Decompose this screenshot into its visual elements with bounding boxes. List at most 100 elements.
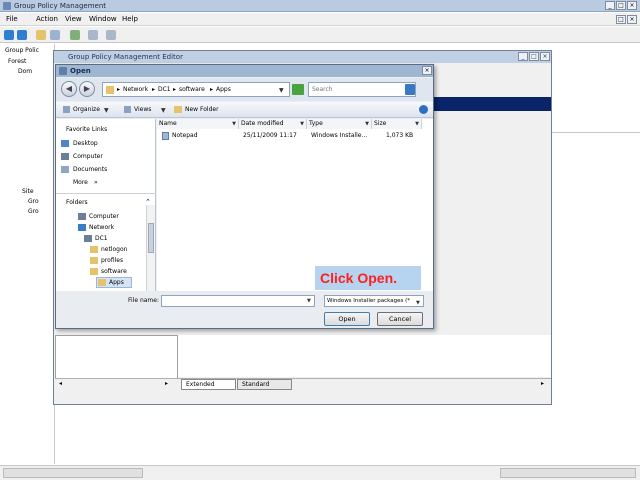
documents-icon [61,166,69,173]
scroll-right-end-icon[interactable]: ▸ [541,380,544,387]
col-size-label: Size [374,120,387,127]
editor-titlebar: Group Policy Management Editor _ □ × [54,51,551,63]
folder-netlogon[interactable]: netlogon [101,246,127,253]
editor-hscroll[interactable]: ◂ ▸ Extended Standard ▸ [55,378,551,390]
dialog-close-icon[interactable]: × [422,66,432,75]
address-sep-2-icon: ▸ [173,86,177,93]
col-size[interactable]: Size ▼ [372,119,422,129]
col-date-sort-icon[interactable]: ▼ [300,119,304,129]
address-folder-icon [106,86,114,94]
menu-view[interactable]: View [65,15,82,23]
tab-standard[interactable]: Standard [237,379,292,390]
search-input[interactable] [309,83,399,96]
scroll-right-icon[interactable]: ▸ [165,380,168,387]
minimize-icon[interactable]: _ [605,1,615,10]
views-dropdown-icon[interactable]: ▼ [161,107,166,114]
help-icon[interactable] [106,30,116,40]
gpm-title: Group Policy Management [14,2,107,10]
breadcrumb-software[interactable]: software [179,86,205,93]
nav-documents[interactable]: Documents [73,166,107,173]
col-date-label: Date modified [241,120,284,127]
refresh-icon[interactable] [70,30,80,40]
views-button[interactable]: Views [134,106,151,113]
organize-dropdown-icon[interactable]: ▼ [104,107,109,114]
breadcrumb-dc1[interactable]: DC1 [158,86,171,93]
organize-button[interactable]: Organize [73,106,100,113]
new-folder-button[interactable]: New Folder [185,106,219,113]
file-name[interactable]: Notepad [172,132,198,139]
col-type-sort-icon[interactable]: ▼ [365,119,369,129]
nav-desktop[interactable]: Desktop [73,140,98,147]
folder-dc1[interactable]: DC1 [95,235,108,242]
editor-maximize-icon[interactable]: □ [529,52,539,61]
forward-icon[interactable] [17,30,27,40]
maximize-icon[interactable]: □ [616,1,626,10]
cancel-button[interactable]: Cancel [377,312,423,326]
nav-more[interactable]: More [73,179,88,186]
menu-window[interactable]: Window [89,15,117,23]
folders-header[interactable]: Folders [66,199,88,206]
forward-arrow-icon[interactable]: ▶ [79,81,95,97]
close-icon[interactable]: × [627,1,637,10]
mdi-restore-icon[interactable]: □ [616,15,626,24]
desktop-icon [61,140,69,147]
dialog-nav-row: ◀ ▶ ▸ Network ▸ DC1 ▸ software ▸ Apps ▼ [56,78,433,101]
tree-folder-software-icon [90,268,98,275]
favorite-links-header: Favorite Links [66,126,108,133]
mdi-close-icon[interactable]: × [627,15,637,24]
tab-extended[interactable]: Extended [181,379,236,390]
menu-help[interactable]: Help [122,15,138,23]
folder-network[interactable]: Network [89,224,114,231]
file-name-input[interactable] [162,296,302,306]
tree-gpo-1[interactable]: Gro [28,198,39,205]
nav-scroll-thumb[interactable] [148,223,154,253]
back-arrow-icon[interactable]: ◀ [61,81,77,97]
open-button[interactable]: Open [324,312,370,326]
tree-root[interactable]: Group Polic [5,47,39,54]
nav-scrollbar[interactable] [146,205,155,291]
address-bar[interactable]: ▸ Network ▸ DC1 ▸ software ▸ Apps ▼ [102,82,290,97]
menu-action[interactable]: Action [36,15,58,23]
folder-software[interactable]: software [101,268,127,275]
search-icon[interactable] [405,84,415,95]
nav-computer[interactable]: Computer [73,153,103,160]
col-type-label: Type [309,120,323,127]
col-date[interactable]: Date modified ▼ [239,119,307,129]
folder-icon[interactable] [36,30,46,40]
more-chevron-icon[interactable]: » [94,179,98,186]
editor-close-icon[interactable]: × [540,52,550,61]
breadcrumb-network[interactable]: Network [123,86,148,93]
properties-icon[interactable] [50,30,60,40]
folder-computer[interactable]: Computer [89,213,119,220]
left-scrollbar[interactable] [3,468,143,478]
file-type-select[interactable]: Windows Installer packages (* ▼ [324,295,424,307]
tree-gpo-2[interactable]: Gro [28,208,39,215]
address-sep-1-icon: ▸ [152,86,156,93]
file-row[interactable]: Notepad 25/11/2009 11:17 Windows Install… [157,131,433,141]
col-type[interactable]: Type ▼ [307,119,372,129]
menu-file[interactable]: File [6,15,18,23]
right-scrollbar[interactable] [500,468,636,478]
back-icon[interactable] [4,30,14,40]
tree-sites[interactable]: Site [22,188,34,195]
go-refresh-icon[interactable] [292,84,304,95]
help-icon-dialog[interactable] [419,105,428,114]
folder-profiles[interactable]: profiles [101,257,123,264]
export-icon[interactable] [88,30,98,40]
search-box[interactable] [308,82,416,97]
col-name-sort-icon[interactable]: ▼ [232,119,236,129]
file-date: 25/11/2009 11:17 [243,132,297,139]
editor-minimize-icon[interactable]: _ [518,52,528,61]
file-type-dropdown-icon[interactable]: ▼ [416,298,420,306]
col-name[interactable]: Name ▼ [157,119,239,129]
file-name-dropdown-icon[interactable]: ▼ [307,298,311,304]
scroll-left-icon[interactable]: ◂ [59,380,62,387]
address-dropdown-icon[interactable]: ▼ [279,87,284,94]
col-name-label: Name [159,120,177,127]
col-size-sort-icon[interactable]: ▼ [415,119,419,129]
tree-domains[interactable]: Dom [18,68,32,75]
folder-apps[interactable]: Apps [109,279,124,286]
tree-forest[interactable]: Forest [8,58,26,65]
file-name-field[interactable]: ▼ [161,295,315,307]
breadcrumb-apps[interactable]: Apps [216,86,231,93]
